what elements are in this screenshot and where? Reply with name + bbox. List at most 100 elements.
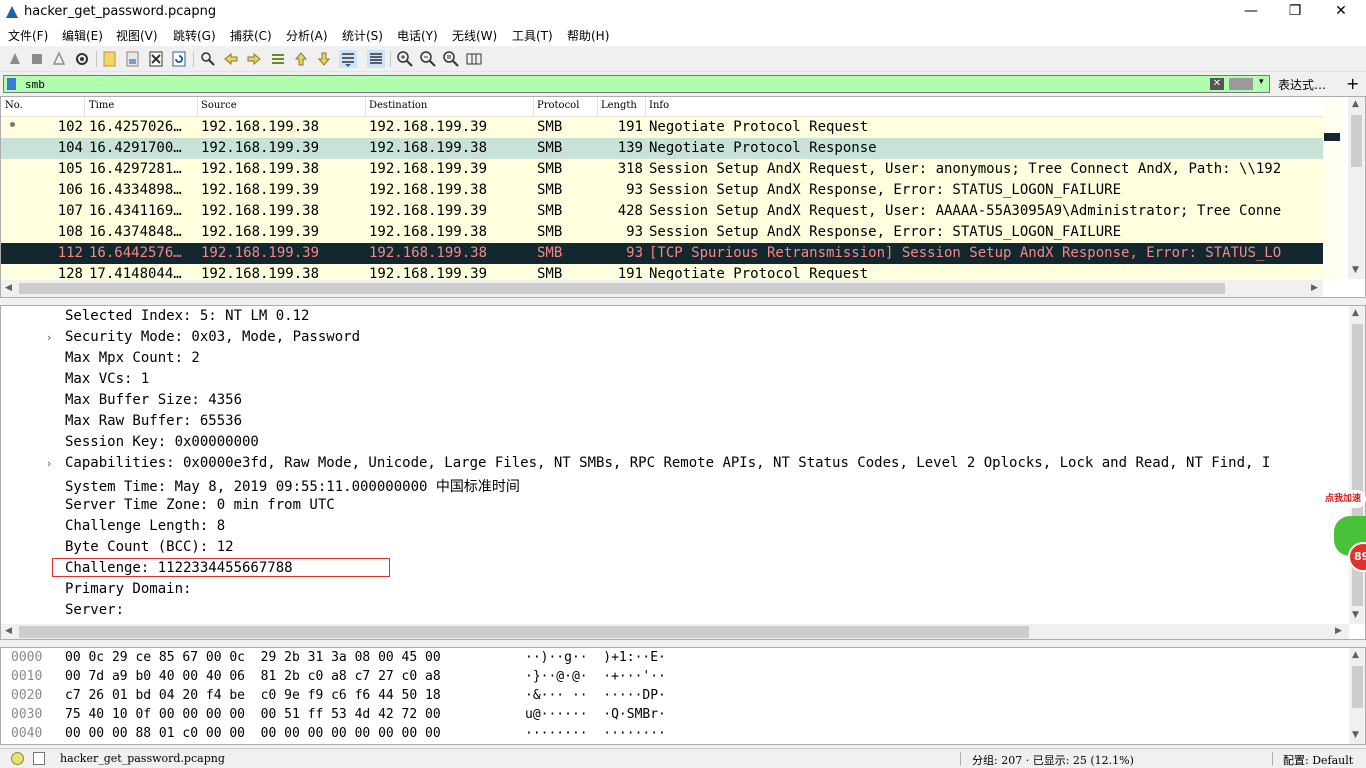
zoom-out-icon[interactable] xyxy=(419,50,437,68)
packet-row[interactable]: 102 16.4257026… 192.168.199.38 192.168.199.… xyxy=(1,117,1323,138)
status-profile[interactable]: 配置: Default xyxy=(1283,752,1353,768)
status-packet-stats: 分组: 207 · 已显示: 25 (12.1%) xyxy=(972,754,1134,767)
column-header-destination[interactable]: Destination xyxy=(369,100,427,111)
detail-field[interactable]: Selected Index: 5: NT LM 0.12 xyxy=(65,308,309,324)
save-file-icon[interactable] xyxy=(124,50,142,68)
restart-capture-icon[interactable] xyxy=(50,50,68,68)
detail-field[interactable]: Session Key: 0x00000000 xyxy=(65,434,259,450)
detail-field[interactable]: Capabilities: 0x0000e3fd, Raw Mode, Unic… xyxy=(65,455,1270,471)
details-scroll-right-icon[interactable]: ▶ xyxy=(1335,626,1342,636)
column-header-time[interactable]: Time xyxy=(89,100,114,111)
hscroll-thumb[interactable] xyxy=(19,283,1225,294)
detail-field[interactable]: Max Buffer Size: 4356 xyxy=(65,392,242,408)
bookmark-icon[interactable] xyxy=(7,78,16,90)
expression-button[interactable]: 表达式… xyxy=(1278,76,1326,93)
details-scroll-left-icon[interactable]: ◀ xyxy=(5,626,12,636)
detail-field[interactable]: Security Mode: 0x03, Mode, Password xyxy=(65,329,360,345)
bytes-vscroll[interactable]: ▲ ▼ xyxy=(1349,648,1365,744)
scroll-left-icon[interactable]: ◀ xyxy=(5,283,12,293)
clear-filter-icon[interactable]: ✕ xyxy=(1210,78,1224,90)
bytes-scroll-up-icon[interactable]: ▲ xyxy=(1352,650,1359,660)
accelerator-label[interactable]: 点我加速 xyxy=(1320,490,1366,508)
menu-edit[interactable]: 编辑(E) xyxy=(62,27,103,44)
packet-row[interactable]: 108 16.4374848… 192.168.199.39 192.168.199.… xyxy=(1,222,1323,243)
zoom-in-icon[interactable] xyxy=(396,50,414,68)
packet-row[interactable]: 112 16.6442576… 192.168.199.39 192.168.199.… xyxy=(1,243,1323,264)
expert-info-icon[interactable] xyxy=(11,752,24,765)
close-file-icon[interactable] xyxy=(147,50,165,68)
packet-row[interactable]: 105 16.4297281… 192.168.199.38 192.168.199.… xyxy=(1,159,1323,180)
column-header-info[interactable]: Info xyxy=(649,100,669,111)
packet-row[interactable]: 106 16.4334898… 192.168.199.39 192.168.199.… xyxy=(1,180,1323,201)
menu-telephony[interactable]: 电话(Y) xyxy=(397,27,438,44)
menu-wireless[interactable]: 无线(W) xyxy=(452,27,497,44)
filter-history-dropdown[interactable]: ▾ xyxy=(1259,77,1264,87)
add-filter-button[interactable]: + xyxy=(1346,74,1359,93)
menu-help[interactable]: 帮助(H) xyxy=(567,27,609,44)
detail-field[interactable]: Server Time Zone: 0 min from UTC xyxy=(65,497,335,513)
scroll-up-icon[interactable]: ▲ xyxy=(1352,99,1359,109)
column-header-protocol[interactable]: Protocol xyxy=(537,100,579,111)
display-filter-input[interactable]: smb ✕ ▾ xyxy=(3,75,1270,93)
packet-time: 16.6442576… xyxy=(89,245,182,261)
menu-file[interactable]: 文件(F) xyxy=(8,27,48,44)
apply-filter-icon[interactable] xyxy=(1229,78,1253,90)
go-back-icon[interactable] xyxy=(222,50,240,68)
column-header-length[interactable]: Length xyxy=(601,100,637,111)
menu-tools[interactable]: 工具(T) xyxy=(512,27,553,44)
last-packet-icon[interactable] xyxy=(315,50,333,68)
packet-row[interactable]: 104 16.4291700… 192.168.199.39 192.168.199.… xyxy=(1,138,1323,159)
detail-field[interactable]: Primary Domain: xyxy=(65,581,191,597)
close-button[interactable]: ✕ xyxy=(1318,0,1364,24)
autoscroll-icon[interactable] xyxy=(339,50,357,68)
detail-field[interactable]: Max Raw Buffer: 65536 xyxy=(65,413,242,429)
details-scroll-down-icon[interactable]: ▼ xyxy=(1352,610,1359,620)
menu-capture[interactable]: 捕获(C) xyxy=(230,27,272,44)
bytes-vscroll-thumb[interactable] xyxy=(1352,666,1363,708)
detail-field[interactable]: Challenge Length: 8 xyxy=(65,518,225,534)
restore-button[interactable]: ❐ xyxy=(1272,0,1318,24)
details-scroll-up-icon[interactable]: ▲ xyxy=(1352,308,1359,318)
scroll-down-icon[interactable]: ▼ xyxy=(1352,265,1359,275)
menu-go[interactable]: 跳转(G) xyxy=(173,27,216,44)
capture-comment-icon[interactable] xyxy=(33,752,45,765)
packet-time: 16.4297281… xyxy=(89,161,182,177)
expand-arrow-icon[interactable]: › xyxy=(47,331,51,344)
details-hscroll[interactable]: ◀ ▶ xyxy=(1,624,1349,639)
open-file-icon[interactable] xyxy=(101,50,119,68)
accelerator-widget[interactable]: 点我加速 89 xyxy=(1318,486,1366,578)
accelerator-badge[interactable]: 89 xyxy=(1348,542,1366,572)
packet-list-hscroll[interactable]: ◀ ▶ xyxy=(1,280,1323,297)
byte-hex: c7 26 01 bd 04 20 f4 be c0 9e f9 c6 f6 4… xyxy=(65,688,441,703)
detail-field[interactable]: Byte Count (BCC): 12 xyxy=(65,539,234,555)
menu-statistics[interactable]: 统计(S) xyxy=(342,27,383,44)
capture-options-icon[interactable] xyxy=(73,50,91,68)
scroll-right-icon[interactable]: ▶ xyxy=(1311,283,1318,293)
bytes-scroll-down-icon[interactable]: ▼ xyxy=(1352,730,1359,740)
filter-text[interactable]: smb xyxy=(25,78,45,91)
reload-file-icon[interactable] xyxy=(170,50,188,68)
resize-columns-icon[interactable] xyxy=(465,50,483,68)
normal-size-icon[interactable] xyxy=(442,50,460,68)
colorize-icon[interactable] xyxy=(367,50,385,68)
start-capture-icon[interactable] xyxy=(6,50,24,68)
go-to-packet-icon[interactable] xyxy=(269,50,287,68)
column-header-source[interactable]: Source xyxy=(201,100,237,111)
detail-field[interactable]: Max VCs: 1 xyxy=(65,371,149,387)
detail-field[interactable]: Max Mpx Count: 2 xyxy=(65,350,200,366)
details-hscroll-thumb[interactable] xyxy=(19,626,1029,638)
column-header-no[interactable]: No. xyxy=(5,100,23,111)
detail-field[interactable]: System Time: May 8, 2019 09:55:11.000000… xyxy=(65,476,520,496)
packet-list-vscroll[interactable]: ▲ ▼ xyxy=(1348,97,1365,279)
detail-field[interactable]: Server: xyxy=(65,602,124,618)
menu-view[interactable]: 视图(V) xyxy=(116,27,158,44)
packet-row[interactable]: 107 16.4341169… 192.168.199.38 192.168.199.… xyxy=(1,201,1323,222)
expand-arrow-icon[interactable]: › xyxy=(47,457,51,470)
minimize-button[interactable]: — xyxy=(1228,0,1274,24)
find-packet-icon[interactable] xyxy=(199,50,217,68)
go-forward-icon[interactable] xyxy=(245,50,263,68)
menu-analyze[interactable]: 分析(A) xyxy=(286,27,328,44)
stop-capture-icon[interactable] xyxy=(28,50,46,68)
vscroll-thumb[interactable] xyxy=(1351,115,1362,167)
first-packet-icon[interactable] xyxy=(292,50,310,68)
